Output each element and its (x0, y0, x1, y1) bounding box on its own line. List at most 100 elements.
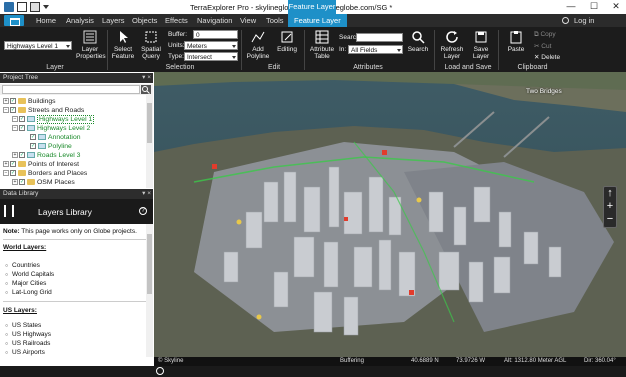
tree-search-input[interactable] (2, 85, 140, 94)
tree-node-highways-1[interactable]: − ✓ Highways Level 1 (12, 115, 95, 124)
select-feature-button[interactable]: Select Feature (110, 30, 136, 60)
checkbox[interactable]: ✓ (10, 98, 16, 105)
tab-objects[interactable]: Objects (132, 14, 157, 27)
tree-node-label: Streets and Roads (28, 107, 85, 114)
file-menu-button[interactable] (4, 15, 24, 26)
scrollbar-thumb[interactable] (147, 103, 152, 143)
checkbox[interactable]: ✓ (30, 143, 36, 150)
library-item-us-highways[interactable]: US Highways (5, 331, 51, 338)
library-item-countries[interactable]: Countries (5, 262, 40, 269)
new-project-icon[interactable] (17, 2, 27, 12)
app-icon[interactable] (4, 2, 14, 12)
altitude-readout: Alt: 1312.80 Meter AGL (504, 358, 567, 364)
quick-access-dropdown-icon[interactable] (42, 2, 50, 12)
search-button[interactable]: Search (406, 30, 430, 53)
zoom-in-button[interactable]: + (604, 201, 616, 213)
checkbox[interactable]: ✓ (19, 152, 25, 159)
3d-map-view[interactable]: Two Bridges ↑ + − (154, 72, 626, 357)
attribute-table-button[interactable]: Attribute Table (308, 30, 336, 60)
expand-icon[interactable]: + (3, 161, 9, 168)
buffer-input[interactable]: 0 (193, 30, 238, 39)
tab-tools[interactable]: Tools (266, 14, 284, 27)
tree-node-buildings[interactable]: + ✓ Buildings (3, 97, 56, 106)
checkbox[interactable]: ✓ (30, 134, 36, 141)
tab-view[interactable]: View (240, 14, 256, 27)
north-button[interactable]: ↑ (604, 188, 616, 200)
collapse-icon[interactable]: − (3, 170, 9, 177)
zoom-out-button[interactable]: − (604, 214, 616, 226)
library-item-us-states[interactable]: US States (5, 322, 41, 329)
user-icon (562, 17, 569, 24)
paste-icon (510, 31, 522, 44)
tree-node-osm-places[interactable]: + ✓ OSM Places (12, 178, 75, 187)
tree-node-annotation[interactable]: ✓ Annotation (30, 133, 81, 142)
attribute-table-label: Attribute Table (309, 46, 335, 60)
tree-node-poi[interactable]: + ✓ Points of Interest (3, 160, 79, 169)
polyline-layer-icon (27, 116, 35, 123)
layers-library-banner: Layers Library ? (0, 199, 153, 224)
checkbox[interactable]: ✓ (19, 179, 25, 186)
folder-icon (18, 170, 26, 177)
table-icon (315, 30, 329, 44)
units-value: Meters (187, 43, 207, 50)
library-item-world-capitals[interactable]: World Capitals (5, 271, 54, 278)
expand-icon[interactable]: + (12, 179, 18, 186)
library-item-us-railroads[interactable]: US Railroads (5, 340, 50, 347)
tree-node-highways-2[interactable]: − ✓ Highways Level 2 (12, 124, 90, 133)
layer-select[interactable]: Highways Level 1 (4, 41, 72, 50)
library-item-major-cities[interactable]: Major Cities (5, 280, 46, 287)
checkbox[interactable]: ✓ (19, 116, 25, 123)
help-icon[interactable]: ? (139, 207, 147, 215)
checkbox[interactable]: ✓ (19, 125, 25, 132)
units-select[interactable]: Meters (184, 41, 238, 50)
tree-node-roads-3[interactable]: + ✓ Roads Level 3 (12, 151, 80, 160)
tree-node-borders[interactable]: − ✓ Borders and Places (3, 169, 87, 178)
tab-feature-layer[interactable]: Feature Layer (288, 14, 347, 27)
library-item-us-airports[interactable]: US Airports (5, 349, 45, 356)
spatial-query-button[interactable]: Spatial Query (138, 30, 164, 60)
paste-button[interactable]: Paste (505, 30, 527, 53)
add-polyline-button[interactable]: Add Polyline (244, 30, 272, 60)
copy-button[interactable]: ⧉ Copy (534, 31, 556, 39)
minimize-button[interactable]: — (560, 0, 582, 14)
expand-icon[interactable]: + (3, 98, 9, 105)
login-button[interactable]: Log in (574, 14, 594, 27)
tab-layers[interactable]: Layers (102, 14, 125, 27)
layer-properties-button[interactable]: Layer Properties (76, 30, 106, 60)
editing-button[interactable]: Editing (274, 30, 300, 53)
globe-icon[interactable] (156, 367, 164, 375)
save-icon[interactable] (30, 2, 40, 12)
expand-icon[interactable]: + (12, 152, 18, 159)
search-fields-select[interactable]: All Fields (348, 45, 403, 54)
collapse-icon[interactable]: − (12, 116, 18, 123)
tab-home[interactable]: Home (36, 14, 56, 27)
tab-analysis[interactable]: Analysis (66, 14, 94, 27)
collapse-icon[interactable]: − (12, 125, 18, 132)
checkbox[interactable]: ✓ (10, 107, 16, 114)
tree-scrollbar[interactable] (146, 95, 153, 188)
clipboard-group-label: Clipboard (517, 64, 548, 71)
type-select[interactable]: Intersect (184, 52, 238, 61)
close-button[interactable]: ✕ (605, 0, 626, 14)
chevron-down-icon (397, 49, 401, 52)
cut-button[interactable]: ✂ Cut (534, 42, 551, 50)
refresh-layer-button[interactable]: Refresh Layer (438, 30, 466, 60)
panel-controls[interactable]: ▾ × (142, 189, 151, 199)
tree-node-streets[interactable]: − ✓ Streets and Roads (3, 106, 84, 115)
tree-search-button[interactable] (141, 85, 151, 94)
maximize-button[interactable]: ☐ (583, 0, 605, 14)
scrollbar-thumb[interactable] (147, 234, 152, 294)
checkbox[interactable]: ✓ (10, 161, 16, 168)
collapse-icon[interactable]: − (3, 107, 9, 114)
tree-node-polyline[interactable]: ✓ Polyline (30, 142, 72, 151)
library-scrollbar[interactable] (146, 224, 153, 357)
save-layer-button[interactable]: Save Layer (468, 30, 494, 60)
tab-effects[interactable]: Effects (165, 14, 188, 27)
library-item-lat-long-grid[interactable]: Lat-Long Grid (5, 289, 52, 296)
panel-controls[interactable]: ▾ × (142, 73, 151, 83)
type-value: Intersect (187, 54, 212, 61)
delete-button[interactable]: ✕ Delete (534, 53, 560, 61)
checkbox[interactable]: ✓ (10, 170, 16, 177)
tab-navigation[interactable]: Navigation (197, 14, 232, 27)
attribute-search-input[interactable] (356, 33, 403, 42)
